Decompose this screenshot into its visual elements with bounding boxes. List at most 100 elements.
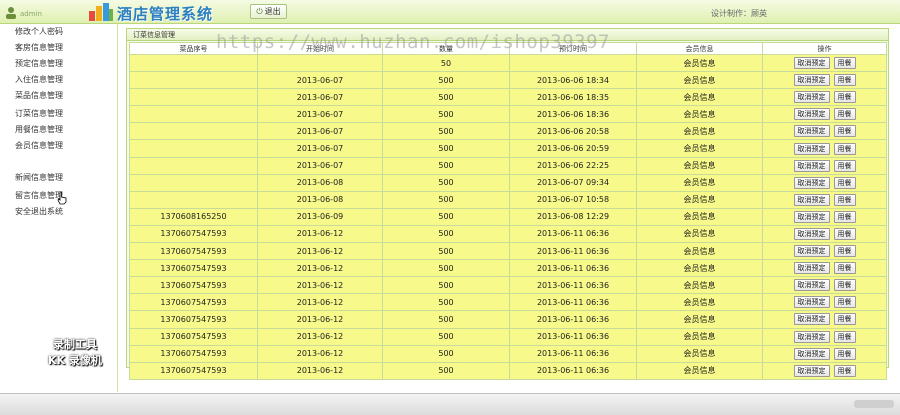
booked-time-cell: 2013-06-11 06:36 [509,293,637,312]
dine-button[interactable]: 用餐 [833,210,856,223]
orders-table: 菜品序号 开始时间 数量 预订时间 会员信息 操作 50 会员信息 取消预定 用餐 20… [129,42,887,380]
dish-no-cell [129,156,258,175]
start-time-cell: 2013-06-09 [257,207,383,226]
cancel-reservation-button[interactable]: 取消预定 [793,296,830,309]
cancel-reservation-button[interactable]: 取消预定 [793,245,830,258]
dine-button[interactable]: 用餐 [833,296,856,309]
member-cell[interactable]: 会员信息 [636,122,763,141]
table-row: 1370607547593 2013-06-12 500 2013-06-11 06:… [129,327,887,346]
dine-button[interactable]: 用餐 [833,57,856,70]
sidebar-item-checkin[interactable]: 入住信息管理 [15,74,63,85]
member-cell[interactable]: 会员信息 [636,207,763,226]
dine-button[interactable]: 用餐 [833,108,856,121]
cancel-reservation-button[interactable]: 取消预定 [793,74,830,87]
sidebar-item-reservations[interactable]: 预定信息管理 [15,58,63,69]
member-cell[interactable]: 会员信息 [636,71,763,90]
dine-button[interactable]: 用餐 [833,74,856,87]
dish-no-cell: 1370607547593 [129,242,258,261]
member-cell[interactable]: 会员信息 [636,276,763,295]
member-cell[interactable]: 会员信息 [636,259,763,278]
watermark-line1: 录制工具 [53,338,97,351]
member-cell[interactable]: 会员信息 [636,293,763,312]
cancel-reservation-button[interactable]: 取消预定 [793,364,830,377]
horizontal-scrollbar[interactable] [854,400,894,408]
table-row: 1370607547593 2013-06-12 500 2013-06-11 06:… [129,344,887,363]
cancel-reservation-button[interactable]: 取消预定 [793,347,830,360]
member-cell[interactable]: 会员信息 [636,139,763,158]
sidebar-item-rooms[interactable]: 客房信息管理 [15,42,63,53]
table-body: 50 会员信息 取消预定 用餐 2013-06-07 500 2013-06-06 18:3… [129,53,887,380]
member-cell[interactable]: 会员信息 [636,105,763,124]
cancel-reservation-button[interactable]: 取消预定 [793,57,830,70]
cancel-reservation-button[interactable]: 取消预定 [793,279,830,292]
sidebar-item-dishes[interactable]: 菜品信息管理 [15,90,63,101]
member-cell[interactable]: 会员信息 [636,242,763,261]
booked-time-cell: 2013-06-11 06:36 [509,259,637,278]
power-icon: ⏻ [256,6,263,16]
sidebar-item-logout[interactable]: 安全退出系统 [15,206,63,217]
actions-cell: 取消预定 用餐 [762,327,887,346]
dine-button[interactable]: 用餐 [833,193,856,206]
sidebar-item-news[interactable]: 新闻信息管理 [15,172,63,183]
logout-button[interactable]: ⏻ 退出 [250,4,287,19]
member-cell[interactable]: 会员信息 [636,361,763,380]
cancel-reservation-button[interactable]: 取消预定 [793,142,830,155]
logout-label: 退出 [264,7,281,16]
sidebar-item-dish-orders[interactable]: 订菜信息管理 [15,108,63,119]
actions-cell: 取消预定 用餐 [762,105,887,124]
member-cell[interactable]: 会员信息 [636,88,763,107]
cancel-reservation-button[interactable]: 取消预定 [793,176,830,189]
sidebar-item-messages[interactable]: 留言信息管理 [15,190,63,201]
start-time-cell: 2013-06-12 [257,344,383,363]
cancel-reservation-button[interactable]: 取消预定 [793,210,830,223]
dine-button[interactable]: 用餐 [833,159,856,172]
cancel-reservation-button[interactable]: 取消预定 [793,125,830,138]
cancel-reservation-button[interactable]: 取消预定 [793,330,830,343]
cancel-reservation-button[interactable]: 取消预定 [793,91,830,104]
sidebar-item-change-password[interactable]: 修改个人密码 [15,26,63,37]
table-row: 1370608165250 2013-06-09 500 2013-06-08 12:… [129,207,887,226]
start-time-cell [257,53,383,73]
sidebar-item-members[interactable]: 会员信息管理 [15,140,63,151]
cancel-reservation-button[interactable]: 取消预定 [793,262,830,275]
member-cell[interactable]: 会员信息 [636,156,763,175]
dine-button[interactable]: 用餐 [833,364,856,377]
table-row: 1370607547593 2013-06-12 500 2013-06-11 06:… [129,224,887,244]
sidebar-item-dining[interactable]: 用餐信息管理 [15,124,63,135]
cancel-reservation-button[interactable]: 取消预定 [793,159,830,172]
member-cell[interactable]: 会员信息 [636,224,763,244]
dine-button[interactable]: 用餐 [833,313,856,326]
dine-button[interactable]: 用餐 [833,176,856,189]
dine-button[interactable]: 用餐 [833,330,856,343]
table-row: 1370607547593 2013-06-12 500 2013-06-11 06:… [129,259,887,278]
dine-button[interactable]: 用餐 [833,125,856,138]
hand-cursor-icon [57,191,67,205]
table-row: 1370607547593 2013-06-12 500 2013-06-11 06:… [129,242,887,261]
dine-button[interactable]: 用餐 [833,347,856,360]
booked-time-cell: 2013-06-06 22:25 [509,156,637,175]
cancel-reservation-button[interactable]: 取消预定 [793,313,830,326]
dine-button[interactable]: 用餐 [833,279,856,292]
dish-no-cell [129,190,258,209]
member-cell[interactable]: 会员信息 [636,173,763,192]
dine-button[interactable]: 用餐 [833,91,856,104]
member-cell[interactable]: 会员信息 [636,190,763,209]
member-cell[interactable]: 会员信息 [636,344,763,363]
col-actions: 操作 [762,42,887,55]
status-bar [0,393,900,415]
dine-button[interactable]: 用餐 [833,262,856,275]
dine-button[interactable]: 用餐 [833,245,856,258]
dine-button[interactable]: 用餐 [833,142,856,155]
panel-title: 订菜信息管理 [127,29,888,41]
member-cell[interactable]: 会员信息 [636,327,763,346]
cancel-reservation-button[interactable]: 取消预定 [793,193,830,206]
user-icon [6,7,16,19]
cancel-reservation-button[interactable]: 取消预定 [793,227,830,240]
member-cell[interactable]: 会员信息 [636,53,763,73]
designer-credit: 设计制作：顾英 [711,9,767,18]
member-cell[interactable]: 会员信息 [636,310,763,329]
dish-no-cell: 1370607547593 [129,327,258,346]
dine-button[interactable]: 用餐 [833,227,856,240]
cancel-reservation-button[interactable]: 取消预定 [793,108,830,121]
start-time-cell: 2013-06-12 [257,259,383,278]
